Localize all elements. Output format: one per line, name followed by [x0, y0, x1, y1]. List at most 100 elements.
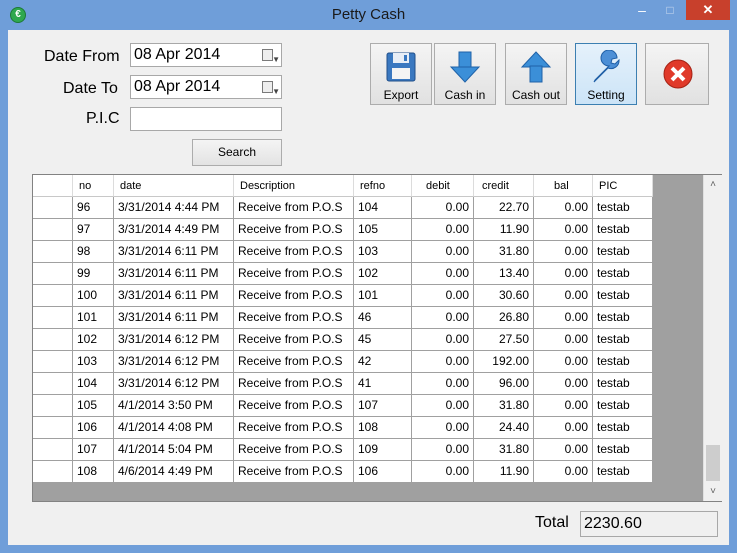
- export-button[interactable]: Export: [370, 43, 432, 105]
- row-header[interactable]: [33, 417, 73, 439]
- cell-pic[interactable]: testab: [593, 197, 653, 219]
- cell-debit[interactable]: 0.00: [412, 307, 474, 329]
- cell-refno[interactable]: 103: [354, 241, 412, 263]
- cell-pic[interactable]: testab: [593, 461, 653, 483]
- scroll-up-icon[interactable]: ˄: [704, 176, 722, 193]
- cell-refno[interactable]: 101: [354, 285, 412, 307]
- row-header[interactable]: [33, 241, 73, 263]
- cell-credit[interactable]: 192.00: [474, 351, 534, 373]
- close-form-button[interactable]: [645, 43, 709, 105]
- column-header-credit[interactable]: credit: [474, 175, 534, 197]
- cell-pic[interactable]: testab: [593, 395, 653, 417]
- cell-date[interactable]: 3/31/2014 6:12 PM: [114, 373, 234, 395]
- vertical-scrollbar[interactable]: ˄ ˅: [703, 175, 722, 501]
- cell-debit[interactable]: 0.00: [412, 351, 474, 373]
- cell-no[interactable]: 105: [73, 395, 114, 417]
- chevron-down-icon[interactable]: ▼: [272, 49, 280, 71]
- cell-no[interactable]: 104: [73, 373, 114, 395]
- cell-no[interactable]: 107: [73, 439, 114, 461]
- cell-date[interactable]: 3/31/2014 6:12 PM: [114, 351, 234, 373]
- cell-bal[interactable]: 0.00: [534, 439, 593, 461]
- cell-debit[interactable]: 0.00: [412, 219, 474, 241]
- cell-refno[interactable]: 109: [354, 439, 412, 461]
- row-header[interactable]: [33, 307, 73, 329]
- search-button[interactable]: Search: [192, 139, 282, 166]
- table-row[interactable]: 99 3/31/2014 6:11 PM Receive from P.O.S 102…: [33, 263, 653, 285]
- cell-refno[interactable]: 104: [354, 197, 412, 219]
- table-row[interactable]: 103 3/31/2014 6:12 PM Receive from P.O.S 42…: [33, 351, 653, 373]
- cell-pic[interactable]: testab: [593, 417, 653, 439]
- cell-pic[interactable]: testab: [593, 351, 653, 373]
- cell-refno[interactable]: 107: [354, 395, 412, 417]
- cell-credit[interactable]: 31.80: [474, 395, 534, 417]
- row-header[interactable]: [33, 351, 73, 373]
- cell-refno[interactable]: 102: [354, 263, 412, 285]
- transactions-grid[interactable]: no date Description refno debit credit b…: [32, 174, 722, 502]
- cell-description[interactable]: Receive from P.O.S: [234, 351, 354, 373]
- cash-out-button[interactable]: Cash out: [505, 43, 567, 105]
- cell-debit[interactable]: 0.00: [412, 241, 474, 263]
- cell-date[interactable]: 3/31/2014 4:49 PM: [114, 219, 234, 241]
- cell-description[interactable]: Receive from P.O.S: [234, 197, 354, 219]
- maximize-button[interactable]: □: [656, 0, 684, 20]
- cell-bal[interactable]: 0.00: [534, 197, 593, 219]
- cell-date[interactable]: 4/6/2014 4:49 PM: [114, 461, 234, 483]
- setting-button[interactable]: Setting: [575, 43, 637, 105]
- cell-description[interactable]: Receive from P.O.S: [234, 263, 354, 285]
- cell-credit[interactable]: 30.60: [474, 285, 534, 307]
- cell-debit[interactable]: 0.00: [412, 395, 474, 417]
- cell-pic[interactable]: testab: [593, 219, 653, 241]
- cell-credit[interactable]: 13.40: [474, 263, 534, 285]
- cell-date[interactable]: 3/31/2014 4:44 PM: [114, 197, 234, 219]
- cell-bal[interactable]: 0.00: [534, 351, 593, 373]
- column-header-date[interactable]: date: [114, 175, 234, 197]
- row-header[interactable]: [33, 263, 73, 285]
- cell-date[interactable]: 4/1/2014 5:04 PM: [114, 439, 234, 461]
- table-row[interactable]: 97 3/31/2014 4:49 PM Receive from P.O.S 105…: [33, 219, 653, 241]
- cell-credit[interactable]: 22.70: [474, 197, 534, 219]
- column-header-description[interactable]: Description: [234, 175, 354, 197]
- table-row[interactable]: 108 4/6/2014 4:49 PM Receive from P.O.S 106…: [33, 461, 653, 483]
- cell-no[interactable]: 98: [73, 241, 114, 263]
- minimize-button[interactable]: –: [628, 0, 656, 20]
- table-row[interactable]: 100 3/31/2014 6:11 PM Receive from P.O.S 10…: [33, 285, 653, 307]
- column-header-debit[interactable]: debit: [412, 175, 474, 197]
- cell-credit[interactable]: 27.50: [474, 329, 534, 351]
- cell-debit[interactable]: 0.00: [412, 197, 474, 219]
- cell-credit[interactable]: 11.90: [474, 219, 534, 241]
- cell-no[interactable]: 102: [73, 329, 114, 351]
- cell-debit[interactable]: 0.00: [412, 329, 474, 351]
- cell-pic[interactable]: testab: [593, 285, 653, 307]
- table-row[interactable]: 104 3/31/2014 6:12 PM Receive from P.O.S 41…: [33, 373, 653, 395]
- cell-date[interactable]: 3/31/2014 6:11 PM: [114, 241, 234, 263]
- cell-refno[interactable]: 41: [354, 373, 412, 395]
- cell-pic[interactable]: testab: [593, 241, 653, 263]
- cell-date[interactable]: 3/31/2014 6:11 PM: [114, 307, 234, 329]
- row-header[interactable]: [33, 439, 73, 461]
- cell-bal[interactable]: 0.00: [534, 263, 593, 285]
- cell-no[interactable]: 106: [73, 417, 114, 439]
- cell-description[interactable]: Receive from P.O.S: [234, 329, 354, 351]
- cell-credit[interactable]: 31.80: [474, 439, 534, 461]
- cell-date[interactable]: 3/31/2014 6:11 PM: [114, 285, 234, 307]
- cell-debit[interactable]: 0.00: [412, 373, 474, 395]
- scroll-down-icon[interactable]: ˅: [704, 483, 722, 500]
- cell-description[interactable]: Receive from P.O.S: [234, 307, 354, 329]
- pic-input[interactable]: [130, 107, 282, 131]
- cell-pic[interactable]: testab: [593, 439, 653, 461]
- cell-debit[interactable]: 0.00: [412, 461, 474, 483]
- table-row[interactable]: 96 3/31/2014 4:44 PM Receive from P.O.S 104…: [33, 197, 653, 219]
- row-header[interactable]: [33, 395, 73, 417]
- cell-description[interactable]: Receive from P.O.S: [234, 285, 354, 307]
- cell-description[interactable]: Receive from P.O.S: [234, 439, 354, 461]
- cell-pic[interactable]: testab: [593, 307, 653, 329]
- cell-no[interactable]: 108: [73, 461, 114, 483]
- cell-no[interactable]: 96: [73, 197, 114, 219]
- cell-refno[interactable]: 106: [354, 461, 412, 483]
- cell-description[interactable]: Receive from P.O.S: [234, 395, 354, 417]
- cell-debit[interactable]: 0.00: [412, 263, 474, 285]
- close-window-button[interactable]: ✕: [686, 0, 730, 20]
- cash-in-button[interactable]: Cash in: [434, 43, 496, 105]
- cell-credit[interactable]: 31.80: [474, 241, 534, 263]
- column-header-bal[interactable]: bal: [534, 175, 593, 197]
